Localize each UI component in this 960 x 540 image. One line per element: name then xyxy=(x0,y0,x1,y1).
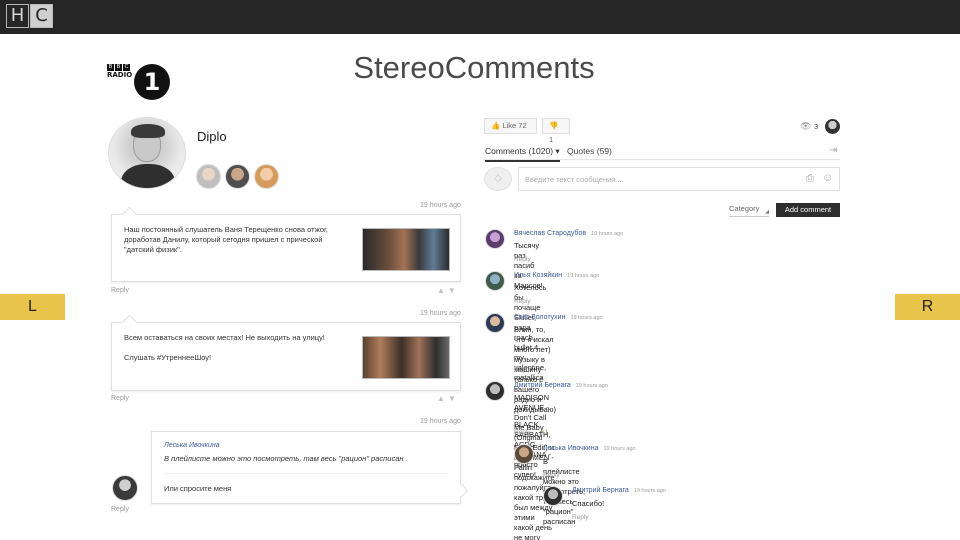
quote-author[interactable]: Леська Ивочкина xyxy=(164,442,220,449)
login-icon[interactable]: ⇥ xyxy=(829,145,837,156)
post-text: Наш постоянный слушатель Ваня Терещенко … xyxy=(124,225,356,255)
comment-time: 19 hours ago xyxy=(570,315,603,321)
vote-icons[interactable]: ▲▼ xyxy=(437,394,459,403)
guest-avatar[interactable] xyxy=(225,164,250,189)
commenter-name[interactable]: Леська Ивочкина 19 hours ago xyxy=(543,445,636,452)
comment-reply-link[interactable]: Reply xyxy=(514,366,531,373)
comment-text: Спасибо! xyxy=(572,499,604,509)
post-card: Наш постоянный слушатель Ваня Терещенко … xyxy=(111,214,461,282)
chevron-down-icon: ▾ xyxy=(555,146,560,156)
post-text: Всем оставаться на своих местах! Не выхо… xyxy=(124,333,356,363)
guest-avatars xyxy=(196,164,279,189)
comment-time: 19 hours ago xyxy=(575,383,608,389)
comment-line: Спасибо! xyxy=(572,499,605,508)
post-photo[interactable] xyxy=(362,336,450,379)
artist-avatar[interactable] xyxy=(108,117,186,189)
commenter-name[interactable]: Дмитрий Бернага 19 hours ago xyxy=(572,487,666,494)
commenter-name[interactable]: Стас Золотухин 19 hours ago xyxy=(514,314,603,321)
post-line: Всем оставаться на своих местах! Не выхо… xyxy=(124,333,325,342)
reply-link[interactable]: Reply xyxy=(111,506,129,513)
comment-time: 19 hours ago xyxy=(591,231,624,237)
commenter-avatar[interactable] xyxy=(485,271,505,291)
tab-quotes[interactable]: Quotes (59) xyxy=(567,146,612,156)
right-nav-tab[interactable]: R xyxy=(895,294,960,320)
user-avatar-placeholder: ◇ xyxy=(484,167,512,191)
post-line: Слушать #УтреннееШоу! xyxy=(124,353,212,362)
hc-logo[interactable]: H C xyxy=(6,4,53,28)
commenter-avatar[interactable] xyxy=(485,381,505,401)
logo-letter-h: H xyxy=(6,4,29,28)
thumbs-up-icon: 👍 xyxy=(491,121,501,130)
comment-reply-link[interactable]: Reply xyxy=(572,514,589,521)
thumbs-down-icon: 👎 xyxy=(549,121,559,130)
comment-time: 19 hours ago xyxy=(567,273,600,279)
message-input[interactable] xyxy=(518,167,840,191)
commenter-avatar[interactable] xyxy=(485,229,505,249)
post-line: доработав Данилу, который сегодня пришел… xyxy=(124,235,323,244)
tab-comments-label: Comments (1020) xyxy=(485,146,554,156)
add-comment-button[interactable]: Add comment xyxy=(776,203,840,217)
logo-letter-c: C xyxy=(30,4,53,28)
reply-link[interactable]: Reply xyxy=(111,287,129,294)
category-label: Category xyxy=(729,204,760,213)
caret-icon: ◢ xyxy=(765,209,769,215)
post-line: "датский физик". xyxy=(124,245,182,254)
dislike-button[interactable]: 👎 1 xyxy=(542,118,570,144)
commenter-name[interactable]: Вячеслав Стародубов 19 hours ago xyxy=(514,230,623,237)
post-card: Всем оставаться на своих местах! Не выхо… xyxy=(111,322,461,391)
vote-icons[interactable]: ▲▼ xyxy=(437,286,459,295)
reply-link[interactable]: Reply xyxy=(111,395,129,402)
eye-icon: 👁 xyxy=(800,121,812,131)
paperclip-icon[interactable]: ⎙ xyxy=(806,173,814,184)
like-count: 72 xyxy=(518,121,527,130)
quote-answer: Или спросите меня xyxy=(164,484,232,493)
top-bar: H C xyxy=(0,0,960,34)
commenter-avatar[interactable] xyxy=(543,486,563,506)
comment-reply-link[interactable]: Reply xyxy=(514,298,531,305)
commenter-name[interactable]: Илья Козяйкин 19 hours ago xyxy=(514,272,599,279)
smile-icon[interactable]: ☺ xyxy=(822,172,833,184)
post-line: Наш постоянный слушатель Ваня Терещенко … xyxy=(124,225,328,234)
quote-text: В плейлисте можно это посмотреть, там ве… xyxy=(164,454,404,463)
comment-actions: Reply +1 xyxy=(514,429,548,436)
dislike-count: 1 xyxy=(549,135,554,144)
comment-reply-link[interactable]: Reply xyxy=(514,429,531,436)
guest-avatar[interactable] xyxy=(196,164,221,189)
comment-time: 19 hours ago xyxy=(633,488,666,494)
post-photo[interactable] xyxy=(362,228,450,271)
page-title: StereoComments xyxy=(353,50,595,85)
quote-card: Леська Ивочкина В плейлисте можно это по… xyxy=(151,431,461,504)
guest-avatar[interactable] xyxy=(254,164,279,189)
post-timestamp: 19 hours ago xyxy=(420,310,461,317)
plus-one-badge[interactable]: +1 xyxy=(541,429,548,436)
commenter-avatar[interactable] xyxy=(485,313,505,333)
divider xyxy=(484,159,840,160)
viewer-avatar[interactable] xyxy=(825,119,840,134)
like-button[interactable]: 👍 Like 72 xyxy=(484,118,537,134)
artist-small-avatar[interactable] xyxy=(112,475,138,501)
divider xyxy=(164,473,448,474)
post-timestamp: 19 hours ago xyxy=(420,418,461,425)
category-select[interactable]: Category ◢ xyxy=(729,204,769,217)
viewers-count: 3 xyxy=(814,122,819,131)
left-nav-tab[interactable]: L xyxy=(0,294,65,320)
post-timestamp: 19 hours ago xyxy=(420,202,461,209)
commenter-avatar[interactable] xyxy=(514,444,534,464)
commenter-name[interactable]: Дмитрий Бернага 19 hours ago xyxy=(514,382,608,389)
like-label: Like xyxy=(502,121,517,130)
comment-reply-link[interactable]: Reply xyxy=(514,256,531,263)
comment-time: 19 hours ago xyxy=(603,446,636,452)
artist-name[interactable]: Diplo xyxy=(197,129,227,144)
post-line xyxy=(124,343,356,353)
comment-reply-link[interactable]: Reply xyxy=(543,472,560,479)
